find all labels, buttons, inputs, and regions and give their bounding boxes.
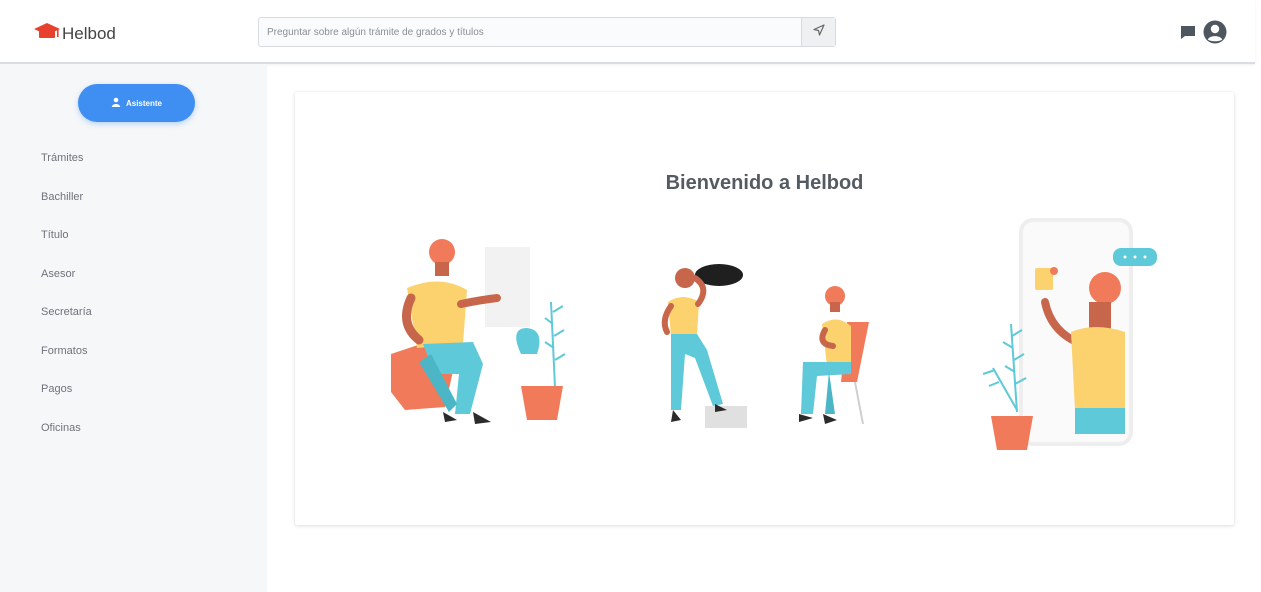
sidebar-item-asesor[interactable]: Asesor xyxy=(41,268,92,307)
logo[interactable]: Helbod xyxy=(33,21,116,46)
assistant-button-label: Asistente xyxy=(125,98,162,108)
sidebar-item-secretaria[interactable]: Secretaría xyxy=(41,306,92,345)
top-bar: Helbod xyxy=(0,0,1255,64)
sidebar-item-bachiller[interactable]: Bachiller xyxy=(41,191,92,230)
sidebar-item-titulo[interactable]: Título xyxy=(41,229,92,268)
woman-and-child-illustration xyxy=(661,264,869,428)
sidebar-item-pagos[interactable]: Pagos xyxy=(41,383,92,422)
seated-man-illustration xyxy=(391,239,566,424)
welcome-illustration xyxy=(391,218,1157,450)
chat-icon[interactable] xyxy=(1180,25,1196,45)
send-button[interactable] xyxy=(801,18,835,46)
sidebar-item-oficinas[interactable]: Oficinas xyxy=(41,422,92,461)
user-circle-icon[interactable] xyxy=(1203,20,1227,49)
header-actions xyxy=(1180,20,1227,49)
assistant-button[interactable]: Asistente xyxy=(78,84,195,122)
sidebar-nav: Trámites Bachiller Título Asesor Secreta… xyxy=(41,152,92,460)
phone-user-illustration xyxy=(982,218,1157,450)
search-bar xyxy=(258,17,836,47)
user-icon xyxy=(111,97,121,109)
sidebar: Asistente Trámites Bachiller Título Ases… xyxy=(0,64,267,592)
logo-text: Helbod xyxy=(62,23,116,43)
sidebar-item-formatos[interactable]: Formatos xyxy=(41,345,92,384)
send-icon xyxy=(812,23,825,41)
search-input[interactable] xyxy=(259,18,804,46)
sidebar-item-tramites[interactable]: Trámites xyxy=(41,152,92,191)
graduation-cap-icon xyxy=(33,21,61,46)
welcome-card: Bienvenido a Helbod xyxy=(295,92,1234,525)
